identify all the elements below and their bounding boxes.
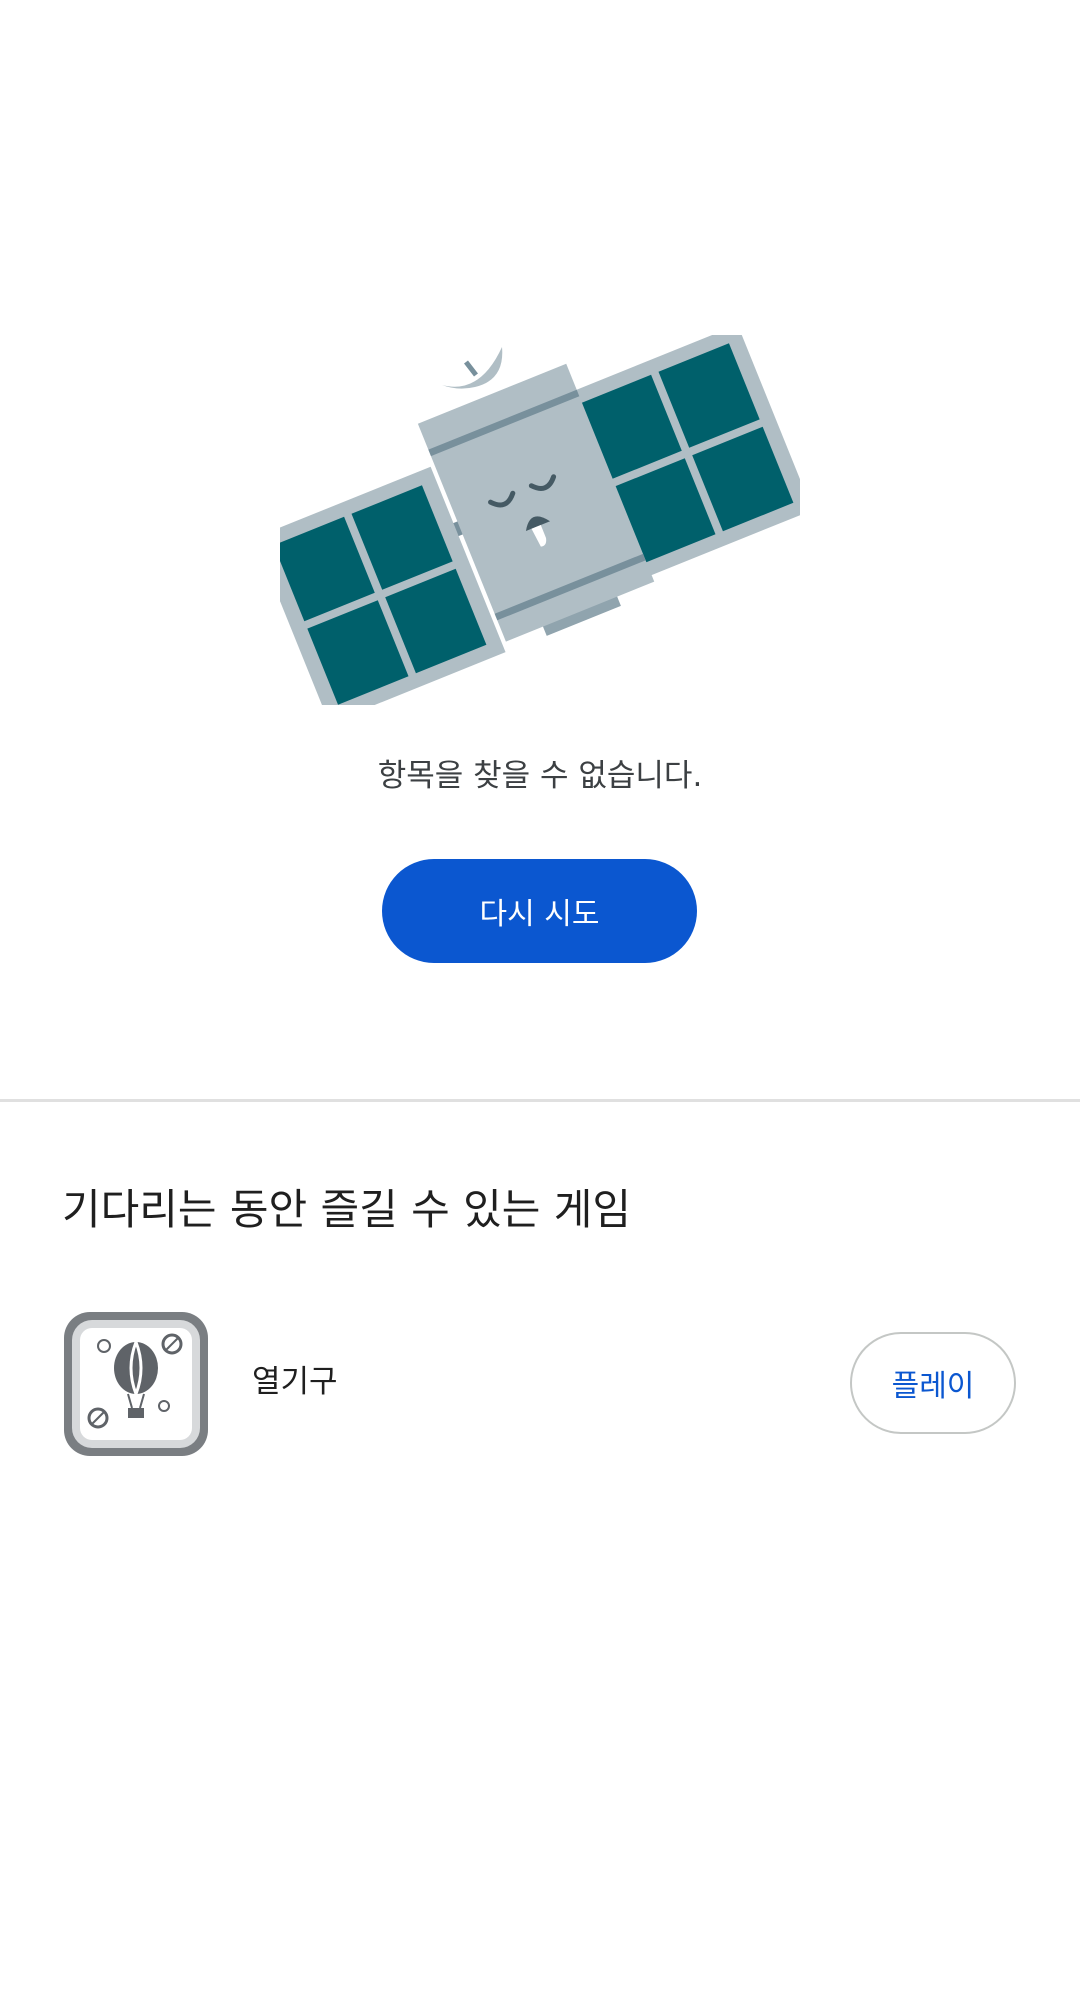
section-divider	[0, 1099, 1080, 1102]
games-section-title: 기다리는 동안 즐길 수 있는 게임	[62, 1185, 632, 1234]
retry-button[interactable]: 다시 시도	[382, 859, 697, 963]
play-button[interactable]: 플레이	[850, 1332, 1016, 1434]
error-message: 항목을 찾을 수 없습니다.	[377, 758, 703, 794]
sleeping-satellite-icon	[280, 335, 800, 705]
game-name: 열기구	[252, 1364, 338, 1400]
hot-air-balloon-icon[interactable]	[62, 1310, 210, 1458]
